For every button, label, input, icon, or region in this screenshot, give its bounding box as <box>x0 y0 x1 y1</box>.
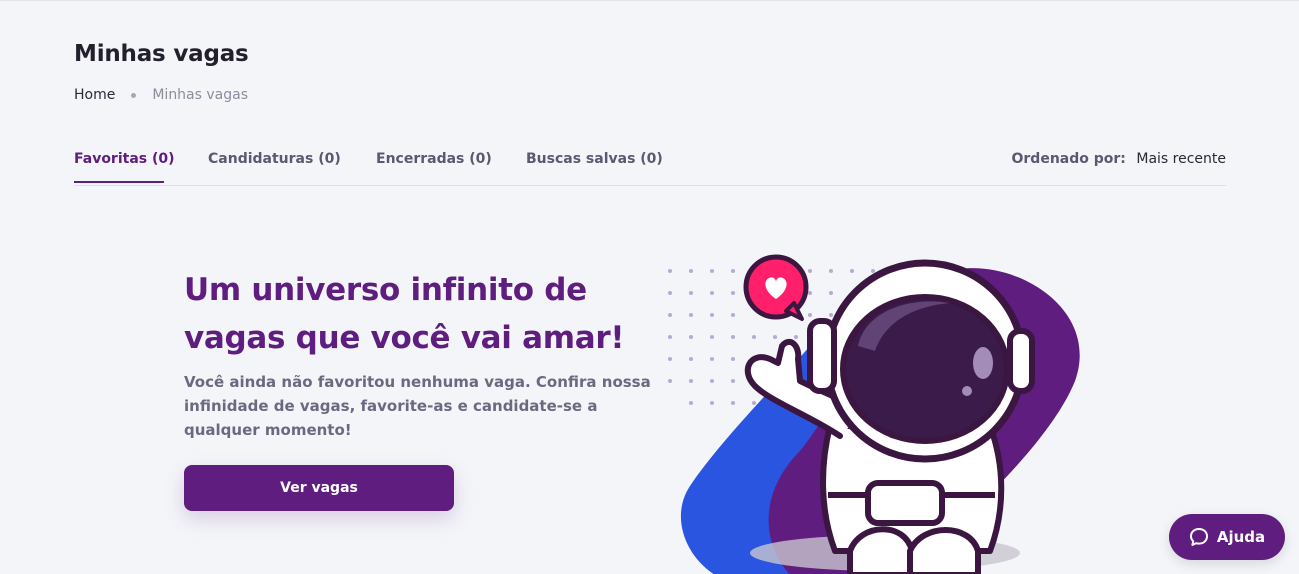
breadcrumb-separator <box>131 92 137 98</box>
help-button-label: Ajuda <box>1216 528 1266 546</box>
view-jobs-button[interactable]: Ver vagas <box>184 465 454 511</box>
sort-control[interactable]: Ordenado por: Mais recente <box>1012 151 1227 167</box>
tab-candidaturas[interactable]: Candidaturas (0) <box>208 151 341 167</box>
tab-buscas-salvas[interactable]: Buscas salvas (0) <box>526 151 663 167</box>
breadcrumb-current: Minhas vagas <box>152 87 249 103</box>
sort-select[interactable]: Mais recente <box>1136 151 1226 167</box>
tab-bar: Favoritas (0) Candidaturas (0) Encerrada… <box>74 149 1226 186</box>
tab-favoritas[interactable]: Favoritas (0) <box>74 151 175 167</box>
active-tab-indicator <box>74 181 164 183</box>
breadcrumb-home-link[interactable]: Home <box>74 87 115 103</box>
tab-encerradas[interactable]: Encerradas (0) <box>376 151 492 167</box>
sort-label: Ordenado por: <box>1011 151 1126 167</box>
page-title: Minhas vagas <box>74 41 249 67</box>
astronaut-heart-icon <box>668 254 1080 574</box>
chat-bubble-icon <box>1189 528 1208 546</box>
empty-state-title: Um universo infinito de vagas que você v… <box>184 272 625 356</box>
breadcrumb: Home Minhas vagas <box>74 87 248 103</box>
help-button[interactable]: Ajuda <box>1169 514 1285 560</box>
empty-state-description: Você ainda não favoritou nenhuma vaga. C… <box>184 373 651 439</box>
my-jobs-page: Minhas vagas Home Minhas vagas Favoritas… <box>0 0 1299 574</box>
